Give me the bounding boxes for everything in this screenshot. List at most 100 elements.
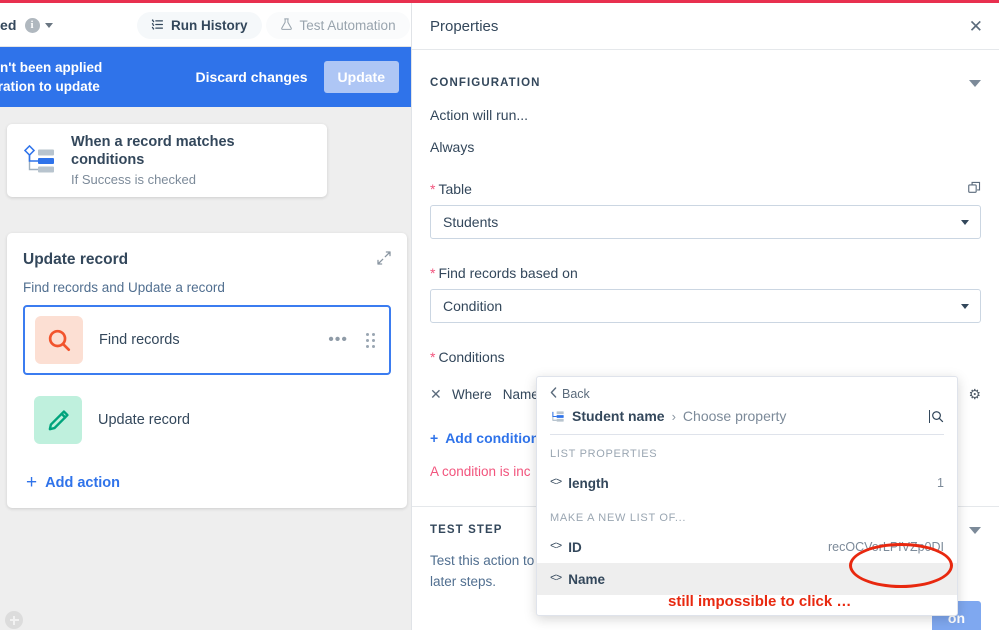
open-in-new-icon[interactable] <box>968 181 981 197</box>
list-item-value: recOCVorLPIVZp0DI <box>827 540 944 554</box>
text-cursor <box>929 409 930 423</box>
breadcrumb: Student name › Choose property <box>537 401 957 434</box>
search-icon[interactable] <box>929 409 944 423</box>
workflow-canvas-pane: ed i Run History Test Automation n't bee… <box>0 3 411 630</box>
code-brackets-icon: <> <box>550 573 562 585</box>
workflow-canvas: When a record matches conditions If Succ… <box>0 107 411 630</box>
trigger-subtitle: If Success is checked <box>71 171 196 187</box>
add-condition-label: Add condition <box>445 430 540 446</box>
banner-actions: Discard changes Update <box>195 61 399 93</box>
properties-header: Properties ✕ <box>412 3 999 50</box>
top-accent-bar <box>0 0 999 3</box>
add-action-label: Add action <box>45 474 121 491</box>
required-asterisk: * <box>430 181 436 197</box>
list-item-label: ID <box>568 539 582 555</box>
table-select-value: Students <box>443 214 499 230</box>
popover-back-label: Back <box>562 387 590 401</box>
expand-collapse-icon[interactable] <box>377 251 391 265</box>
code-brackets-icon: <> <box>550 541 562 553</box>
plus-icon: + <box>430 430 439 446</box>
test-automation-button[interactable]: Test Automation <box>265 12 410 39</box>
unsaved-changes-banner: es that haven't been applied lete config… <box>0 47 411 107</box>
breadcrumb-separator: › <box>671 408 676 424</box>
chevron-down-icon <box>961 219 969 225</box>
list-item-label: Name <box>568 571 605 587</box>
trigger-text: When a record matches conditions If Succ… <box>71 133 311 189</box>
group-label-make-new-list: MAKE A NEW LIST OF... <box>550 512 687 524</box>
condition-field-value: Name <box>502 386 539 402</box>
trigger-card[interactable]: When a record matches conditions If Succ… <box>7 124 327 197</box>
banner-message-line1: es that haven't been applied <box>0 60 103 75</box>
flask-icon <box>280 17 293 34</box>
list-item-length[interactable]: <> length 1 <box>537 467 957 499</box>
banner-message: es that haven't been applied lete config… <box>0 58 102 96</box>
action-card-title: Update record <box>23 251 129 268</box>
list-item-name[interactable]: <> Name <box>537 563 957 595</box>
where-label: Where <box>452 386 492 402</box>
conditions-label: * Conditions <box>430 349 981 365</box>
required-asterisk: * <box>430 265 436 281</box>
plus-icon: + <box>26 472 38 493</box>
list-icon <box>151 18 164 34</box>
run-history-button[interactable]: Run History <box>137 12 262 39</box>
find-based-on-select[interactable]: Condition <box>430 289 981 323</box>
workflow-header: ed i Run History Test Automation <box>0 3 411 47</box>
banner-message-line2: lete configuration to update <box>0 79 100 94</box>
chevron-down-icon[interactable] <box>44 22 53 28</box>
property-picker-popover: Back Student name › Choose property LIST… <box>536 376 958 616</box>
workflow-branch-icon <box>23 144 57 178</box>
find-based-on-value: Condition <box>443 298 503 314</box>
configuration-section-header: CONFIGURATION <box>430 50 981 89</box>
group-label-list-properties: LIST PROPERTIES <box>550 448 658 460</box>
chevron-down-icon[interactable] <box>969 79 981 87</box>
step-label-find-records: Find records <box>99 332 180 348</box>
add-action-button[interactable]: + Add action <box>26 473 391 492</box>
remove-condition-icon[interactable]: ✕ <box>430 386 442 403</box>
discard-changes-link[interactable]: Discard changes <box>195 69 307 85</box>
page-title: Properties <box>430 17 499 35</box>
table-field-label: * Table <box>430 181 981 197</box>
app-root: ed i Run History Test Automation n't bee… <box>0 0 999 630</box>
code-brackets-icon: <> <box>550 477 562 489</box>
update-button[interactable]: Update <box>323 61 399 93</box>
gear-icon[interactable]: ⚙ <box>968 386 981 403</box>
conditions-label-text: * Conditions <box>430 349 505 365</box>
plus-circle-icon[interactable] <box>5 611 23 629</box>
breadcrumb-source[interactable]: Student name <box>572 408 665 424</box>
chevron-down-icon <box>961 303 969 309</box>
required-asterisk: * <box>430 349 436 365</box>
step-update-record[interactable]: Update record <box>23 385 391 455</box>
action-card-subtitle: Find records and Update a record <box>23 280 225 295</box>
workflow-branch-icon <box>550 409 565 424</box>
find-based-on-label-text: * Find records based on <box>430 265 578 281</box>
step-label-update-record: Update record <box>98 412 190 428</box>
drag-handle-icon[interactable] <box>366 332 375 348</box>
table-select[interactable]: Students <box>430 205 981 239</box>
table-label-text: * Table <box>430 181 472 197</box>
list-item-id[interactable]: <> ID recOCVorLPIVZp0DI <box>537 531 957 563</box>
breadcrumb-current: Choose property <box>682 408 787 424</box>
test-step-section-label: TEST STEP <box>430 524 503 536</box>
magnifier-icon <box>35 316 83 364</box>
popover-back-button[interactable]: Back <box>537 377 957 401</box>
ellipsis-icon[interactable]: ••• <box>328 332 348 348</box>
workflow-name: ed <box>0 17 17 33</box>
close-icon[interactable]: ✕ <box>969 18 983 35</box>
action-will-run-value[interactable]: Always <box>430 139 981 155</box>
list-item-value: 1 <box>937 476 944 490</box>
find-based-on-label: * Find records based on <box>430 265 981 281</box>
info-icon[interactable]: i <box>24 17 40 33</box>
trigger-title: When a record matches conditions <box>71 133 235 168</box>
header-pill-group: Run History Test Automation <box>137 12 410 39</box>
configuration-section-label: CONFIGURATION <box>430 77 541 89</box>
action-will-run-label: Action will run... <box>430 107 529 123</box>
action-card: Update record Find records and Update a … <box>7 233 407 508</box>
chevron-down-icon[interactable] <box>969 526 981 534</box>
pencil-icon <box>34 396 82 444</box>
chevron-left-icon <box>550 387 557 401</box>
step-find-records[interactable]: Find records ••• <box>23 305 391 375</box>
list-item-label: length <box>568 475 609 491</box>
step-row-tools: ••• <box>328 332 375 348</box>
test-automation-label: Test Automation <box>299 18 396 33</box>
run-history-label: Run History <box>171 18 248 33</box>
